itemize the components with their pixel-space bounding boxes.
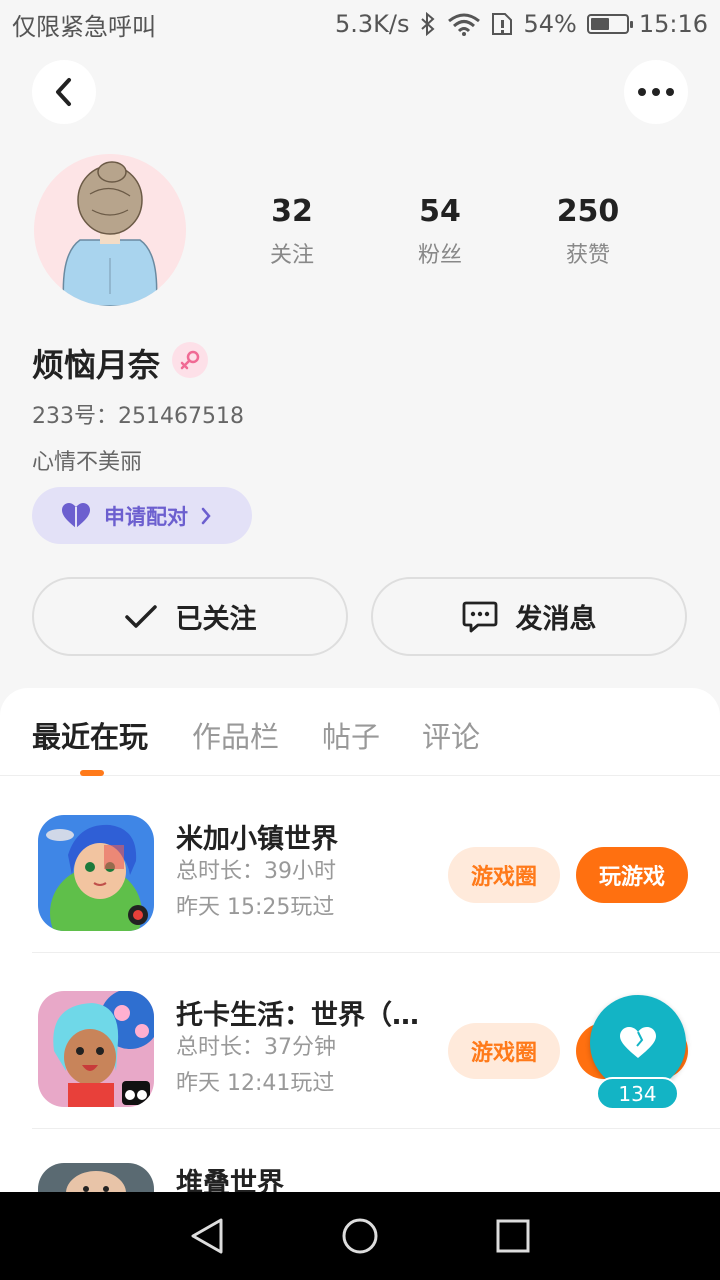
stat-value: 250: [556, 194, 620, 229]
square-recents-icon: [496, 1219, 530, 1253]
nav-home-button[interactable]: [330, 1206, 390, 1266]
tab-indicator: [80, 770, 104, 776]
game-item[interactable]: 米加小镇世界 总时长：39小时 昨天 15:25玩过 游戏圈 玩游戏: [0, 777, 720, 953]
pair-request-button[interactable]: 申请配对: [32, 487, 252, 544]
stat-following[interactable]: 32 关注: [232, 194, 352, 269]
tab-works[interactable]: 作品栏: [192, 714, 279, 756]
more-dots-icon: [638, 88, 674, 96]
nav-back-button[interactable]: [177, 1206, 237, 1266]
chevron-left-icon: [56, 78, 71, 106]
circle-home-icon: [342, 1218, 378, 1254]
game-title: 托卡生活：世界（…: [176, 1000, 419, 1031]
stat-label: 粉丝: [417, 243, 462, 268]
game-icon[interactable]: [38, 815, 154, 931]
tab-recent-play[interactable]: 最近在玩: [32, 714, 148, 756]
like-count: 134: [596, 1077, 679, 1110]
message-label: 发消息: [515, 604, 597, 635]
battery-percent: 54%: [523, 10, 577, 38]
wifi-icon: [448, 13, 481, 36]
game-duration: 总时长：37分钟: [176, 1035, 336, 1060]
tab-posts[interactable]: 帖子: [322, 714, 380, 756]
stat-followers[interactable]: 54 粉丝: [380, 194, 500, 269]
system-nav-bar: [0, 1192, 720, 1280]
more-button[interactable]: [624, 60, 688, 124]
game-title: 堆叠世界: [176, 1168, 284, 1192]
tab-bar: 最近在玩 作品栏 帖子 评论: [0, 688, 720, 776]
bluetooth-icon: [421, 12, 436, 36]
follow-label: 已关注: [175, 604, 257, 635]
content-panel: 最近在玩 作品栏 帖子 评论 米加小镇世界 总时长：39小时 昨天 15:25玩…: [0, 688, 720, 1192]
battery-icon: [586, 14, 633, 34]
game-icon[interactable]: [38, 1163, 154, 1192]
back-button[interactable]: [32, 60, 96, 124]
game-last-played: 昨天 15:25玩过: [176, 895, 335, 920]
send-message-button[interactable]: 发消息: [371, 577, 687, 656]
tab-comments[interactable]: 评论: [422, 714, 480, 756]
status-bar: 仅限紧急呼叫 5.3K/s 54% 15:16: [0, 0, 720, 48]
play-game-button[interactable]: 玩游戏: [576, 847, 688, 903]
game-circle-button[interactable]: 游戏圈: [448, 1023, 560, 1079]
heart-icon: [620, 1027, 656, 1058]
followed-button[interactable]: 已关注: [32, 577, 348, 656]
game-title: 米加小镇世界: [176, 824, 338, 855]
triangle-back-icon: [191, 1218, 223, 1254]
heart-icon: [62, 502, 90, 528]
avatar[interactable]: [34, 154, 186, 306]
game-item[interactable]: 堆叠世界: [0, 1129, 720, 1192]
stat-value: 32: [271, 194, 313, 229]
game-icon[interactable]: [38, 991, 154, 1107]
stat-label: 关注: [269, 243, 314, 268]
check-icon: [124, 604, 157, 628]
nav-recents-button[interactable]: [483, 1206, 543, 1266]
game-circle-button[interactable]: 游戏圈: [448, 847, 560, 903]
game-last-played: 昨天 12:41玩过: [176, 1071, 335, 1096]
user-id: 233号：251467518: [32, 404, 244, 429]
stat-likes[interactable]: 250 获赞: [528, 194, 648, 269]
sim-icon: [492, 13, 513, 35]
pair-label: 申请配对: [104, 504, 188, 529]
chevron-right-icon: [201, 507, 211, 524]
stat-value: 54: [419, 194, 461, 229]
net-speed: 5.3K/s: [334, 10, 410, 38]
clock: 15:16: [638, 10, 708, 38]
chat-bubble-icon: [462, 601, 497, 632]
game-duration: 总时长：39小时: [176, 859, 336, 884]
stat-label: 获赞: [565, 243, 610, 268]
nickname: 烦恼月奈: [32, 346, 161, 384]
female-icon: [172, 342, 208, 378]
carrier-text: 仅限紧急呼叫: [12, 12, 156, 41]
signature: 心情不美丽: [32, 450, 143, 475]
